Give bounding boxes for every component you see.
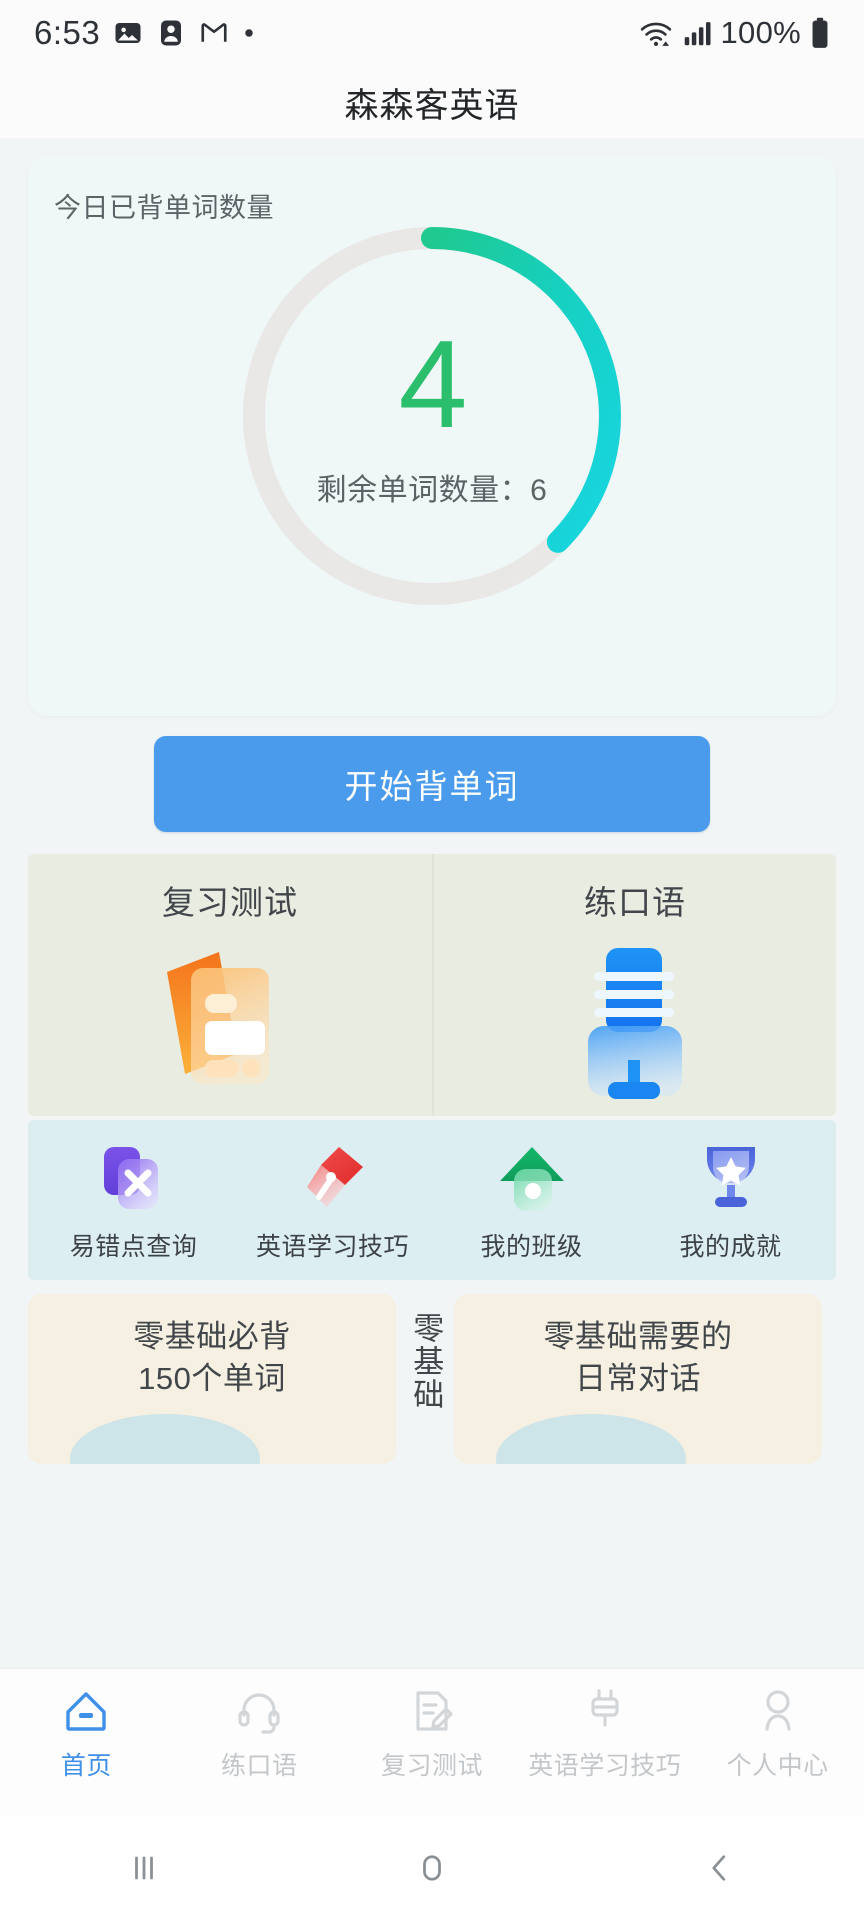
- gmail-icon: [199, 18, 229, 48]
- status-bar-left: 6:53: [34, 14, 256, 52]
- microphone-icon: [550, 934, 720, 1104]
- signal-icon: [682, 18, 712, 48]
- panel-label: 练口语: [584, 884, 686, 921]
- quick-action-my-class[interactable]: 我的班级: [432, 1137, 631, 1263]
- feature-panels: 复习测试 练口语: [28, 854, 836, 1116]
- back-button[interactable]: [576, 1848, 864, 1888]
- words-learned-count: 4: [398, 316, 468, 454]
- trophy-star-icon: [685, 1137, 777, 1221]
- battery-percent-label: 100%: [720, 15, 801, 50]
- quick-action-label: 英语学习技巧: [255, 1233, 409, 1261]
- quick-action-mistakes[interactable]: 易错点查询: [34, 1137, 233, 1263]
- course-line-1: 零基础需要的: [543, 1319, 733, 1354]
- course-line-2: 150个单词: [138, 1360, 286, 1396]
- course-card-peek[interactable]: 零基础: [396, 1294, 454, 1464]
- back-chevron-icon: [712, 1855, 726, 1881]
- home-icon: [62, 1685, 110, 1737]
- quick-actions-row: 易错点查询 英语学习技巧 我的班级 我的成就: [28, 1120, 836, 1280]
- contact-icon: [156, 18, 186, 48]
- tab-study-tips[interactable]: 英语学习技巧: [518, 1685, 691, 1782]
- words-remaining-label: 剩余单词数量：6: [316, 474, 548, 507]
- house-icon: [486, 1137, 578, 1221]
- course-line-2: 日常对话: [575, 1360, 701, 1396]
- home-square-icon: [423, 1855, 441, 1881]
- status-bar-right: 100%: [639, 15, 831, 51]
- status-bar: 6:53 100%: [0, 0, 864, 66]
- system-navigation-bar: [0, 1816, 864, 1920]
- panel-speaking-practice[interactable]: 练口语: [432, 854, 836, 1116]
- note-edit-icon: [408, 1685, 456, 1737]
- wifi-icon: [639, 18, 673, 48]
- recents-icon: [135, 1856, 153, 1880]
- decorative-blob: [496, 1414, 686, 1464]
- status-clock: 6:53: [34, 14, 101, 51]
- tab-profile[interactable]: 个人中心: [691, 1685, 864, 1782]
- tab-label: 复习测试: [380, 1752, 483, 1780]
- tab-speaking-practice[interactable]: 练口语: [173, 1685, 346, 1782]
- quick-action-label: 我的班级: [480, 1233, 583, 1261]
- app-title-bar: 森森客英语: [0, 66, 864, 138]
- progress-ring: 4 剩余单词数量：6: [230, 214, 634, 618]
- tab-review-test[interactable]: 复习测试: [346, 1685, 519, 1782]
- course-peek-label: 零基础: [408, 1312, 444, 1411]
- quick-action-achievements[interactable]: 我的成就: [631, 1137, 830, 1263]
- headset-icon: [235, 1685, 283, 1737]
- panel-label: 复习测试: [162, 884, 298, 921]
- quick-action-study-tips[interactable]: 英语学习技巧: [233, 1137, 432, 1263]
- tab-label: 英语学习技巧: [528, 1752, 682, 1780]
- tab-home[interactable]: 首页: [0, 1685, 173, 1782]
- page-title: 森森客英语: [344, 86, 520, 125]
- mistake-x-icon: [88, 1137, 180, 1221]
- person-icon: [754, 1685, 802, 1737]
- phone-screen: 6:53 100% 森森客英语 今日已背单词数量 4 剩余单词数量：6 开始背单…: [0, 0, 864, 1920]
- bottom-tab-bar: 首页 练口语 复习测试 英语学习技巧 个人中心: [0, 1668, 864, 1816]
- tab-label: 练口语: [220, 1752, 298, 1780]
- recents-button[interactable]: [0, 1848, 288, 1888]
- course-card-150-words[interactable]: 零基础必背 150个单词: [28, 1294, 396, 1464]
- panel-review-test[interactable]: 复习测试: [28, 854, 432, 1116]
- home-button[interactable]: [288, 1848, 576, 1888]
- tab-label: 首页: [60, 1752, 112, 1780]
- pen-tip-icon: [287, 1137, 379, 1221]
- course-card-daily-dialogue[interactable]: 零基础需要的 日常对话: [454, 1294, 822, 1464]
- course-cards-row: 零基础必背 150个单词 零基础 零基础需要的 日常对话: [28, 1294, 836, 1464]
- flashcards-icon: [145, 934, 315, 1104]
- tab-label: 个人中心: [726, 1752, 829, 1780]
- quick-action-label: 易错点查询: [69, 1233, 198, 1261]
- course-line-1: 零基础必背: [133, 1319, 291, 1354]
- main-content: 今日已背单词数量 4 剩余单词数量：6 开始背单词 复习测试 练口语 易错点查询…: [0, 138, 864, 1668]
- decorative-blob: [70, 1414, 260, 1464]
- quick-action-label: 我的成就: [679, 1233, 782, 1261]
- start-memorize-button[interactable]: 开始背单词: [154, 736, 710, 832]
- progress-ring-center: 4 剩余单词数量：6: [230, 214, 634, 618]
- photo-icon: [113, 18, 143, 48]
- plug-icon: [581, 1685, 629, 1737]
- dot-icon: [242, 26, 256, 40]
- battery-icon: [810, 17, 830, 49]
- progress-card: 今日已背单词数量 4 剩余单词数量：6: [28, 156, 836, 716]
